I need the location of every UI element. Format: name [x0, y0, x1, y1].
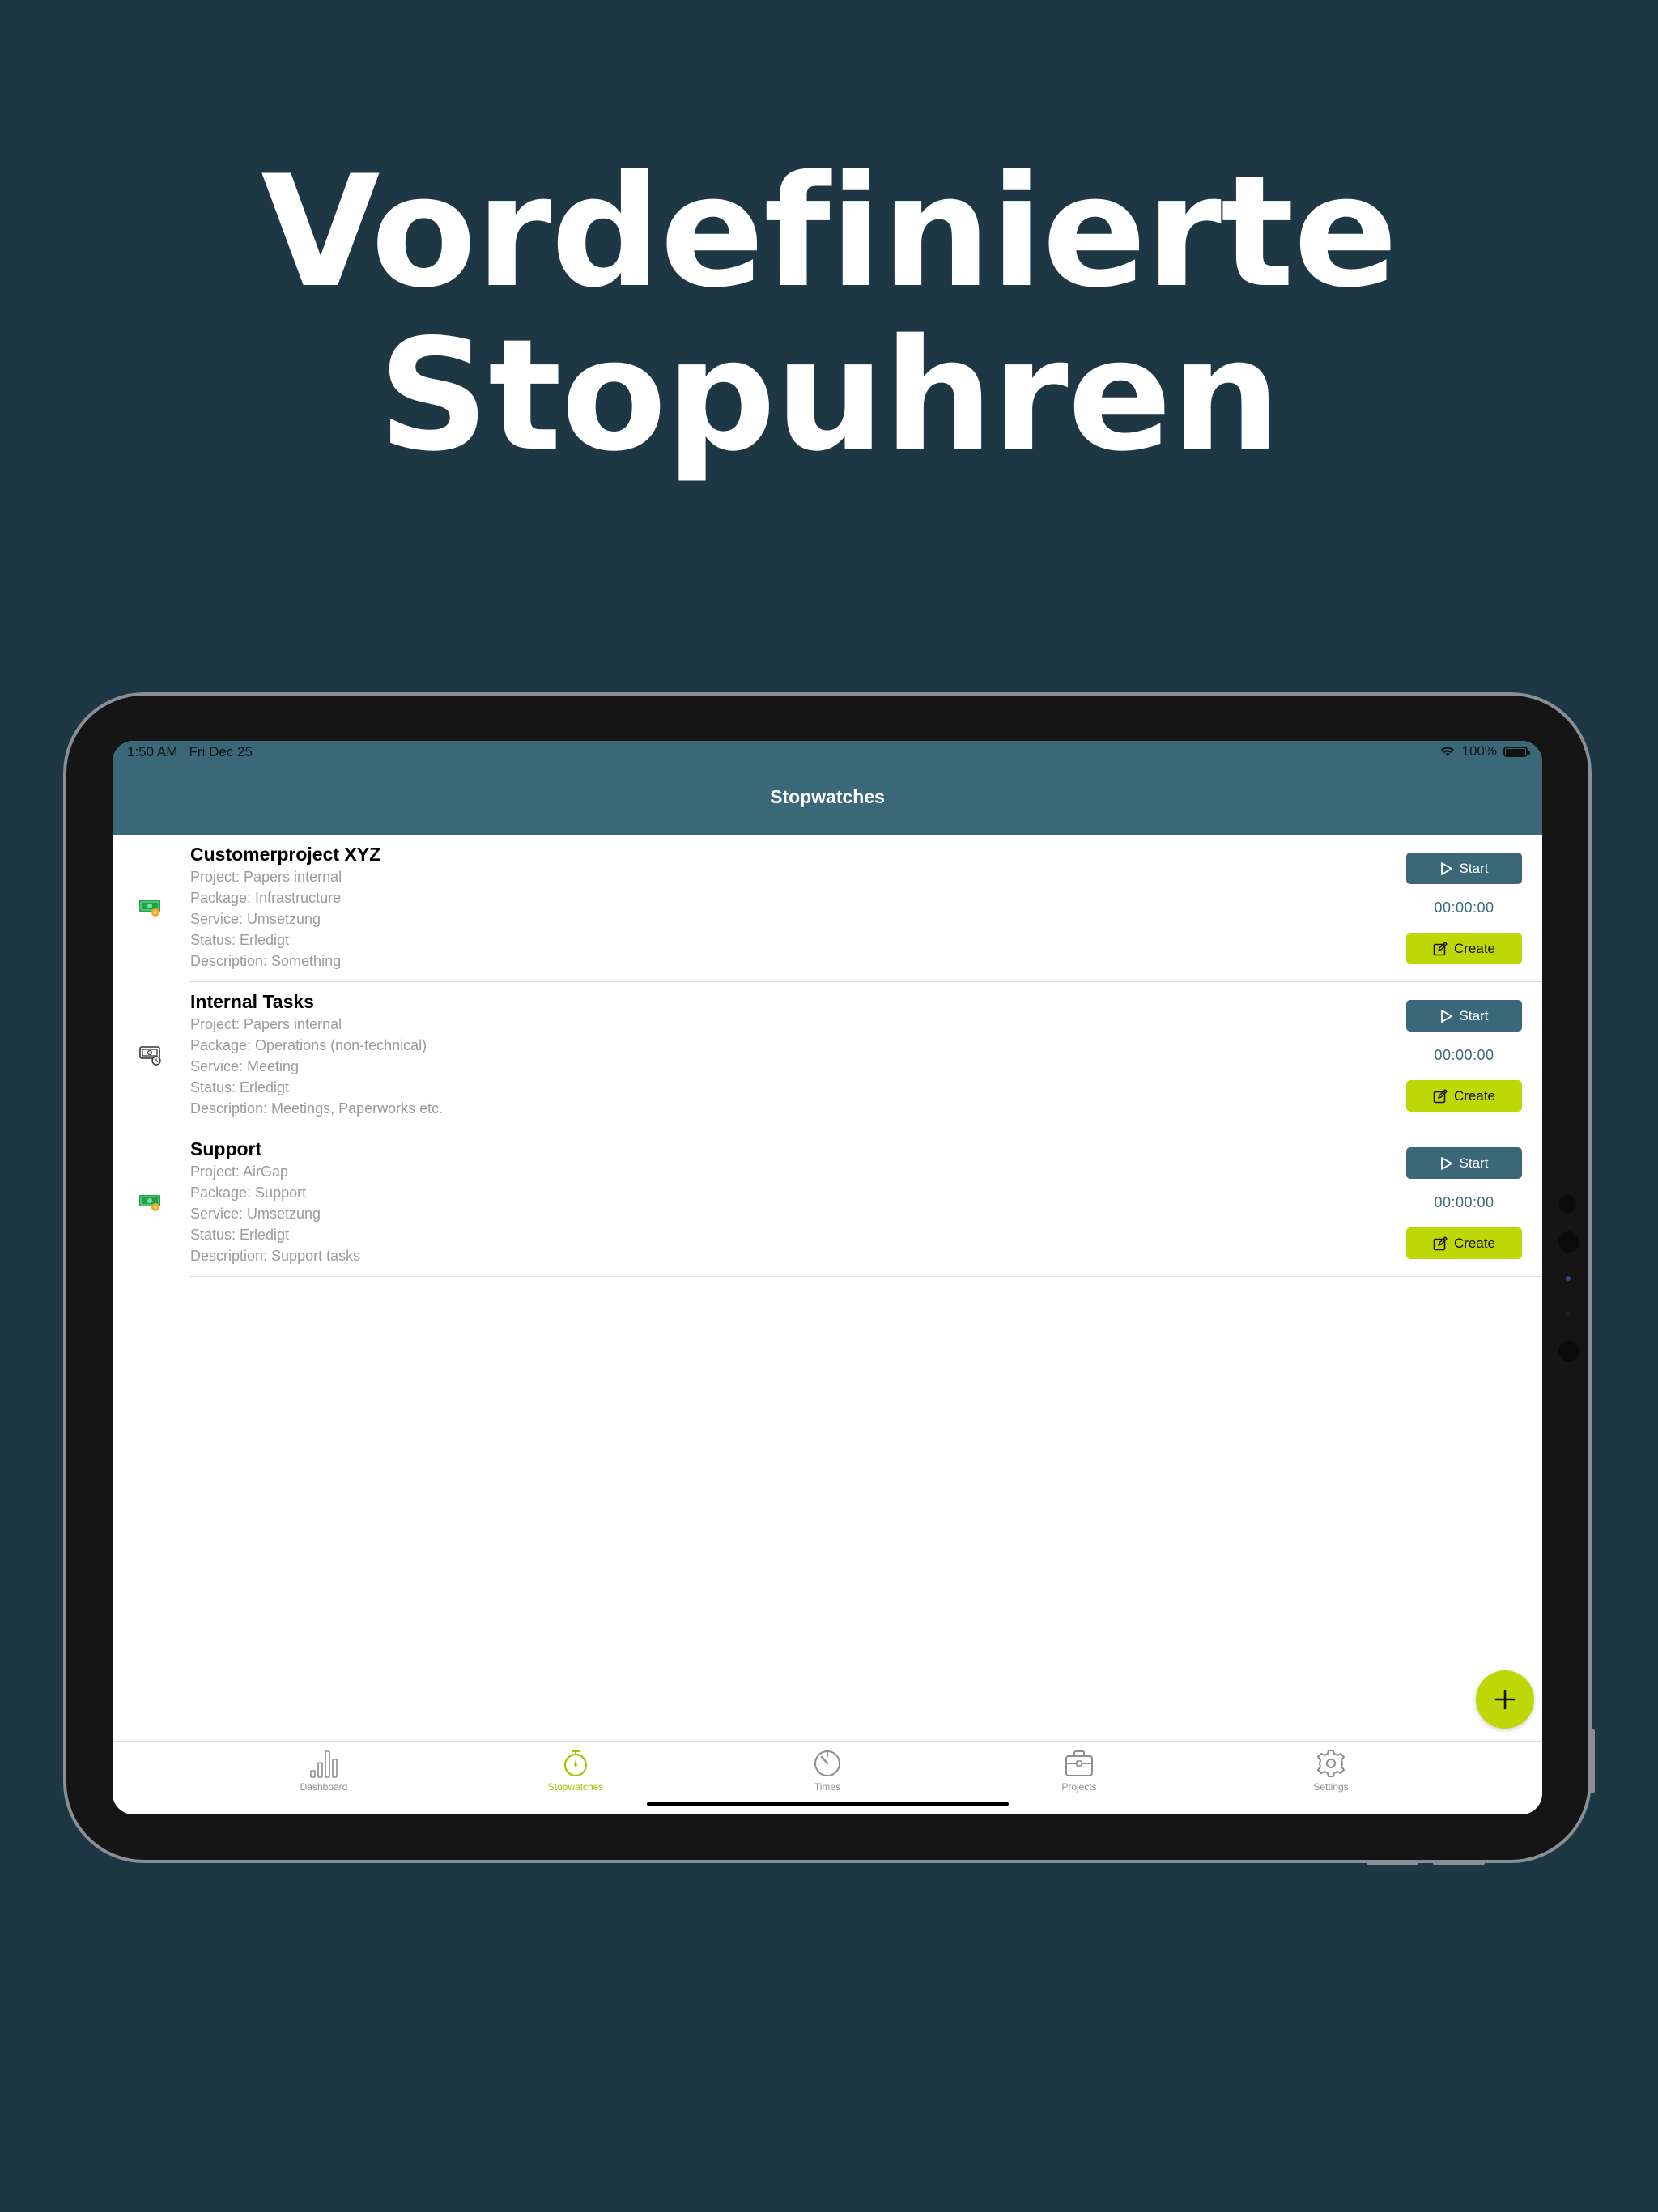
timer-display: 00:00:00 [1434, 1047, 1494, 1063]
start-button[interactable]: Start [1406, 1000, 1522, 1032]
play-icon [1440, 1009, 1452, 1023]
status-date: Fri Dec 25 [189, 744, 253, 759]
add-stopwatch-button[interactable] [1476, 1670, 1534, 1729]
timer-display: 00:00:00 [1434, 900, 1494, 916]
page-title: Stopwatches [770, 786, 885, 807]
edit-icon [1433, 941, 1448, 955]
play-icon [1440, 861, 1452, 875]
status-indicators: 100% [1439, 743, 1530, 759]
row-divider [190, 1276, 1542, 1277]
battery-icon [1503, 746, 1530, 757]
tab-projects[interactable]: Projects [1022, 1748, 1136, 1793]
tab-projects-label: Projects [1061, 1781, 1097, 1793]
create-button-label: Create [1453, 1235, 1496, 1251]
create-button[interactable]: Create [1406, 1227, 1522, 1259]
timer-icon [814, 1750, 840, 1776]
play-icon [1440, 1156, 1452, 1170]
bar-chart-icon [310, 1750, 338, 1778]
tab-times[interactable]: Times [771, 1748, 884, 1793]
stopwatch-project: Project: Papers internal [190, 869, 342, 885]
stopwatch-service: Service: Umsetzung [190, 911, 321, 927]
create-button-label: Create [1453, 940, 1496, 956]
edit-icon [1433, 1088, 1448, 1103]
navigation-bar: Stopwatches [113, 765, 1542, 835]
gear-icon [1317, 1750, 1345, 1777]
timer-display: 00:00:00 [1434, 1194, 1494, 1210]
stopwatch-status: Status: Erledigt [190, 932, 290, 948]
status-time-text: 1:50 AM [127, 744, 178, 759]
stopwatch-project: Project: AirGap [190, 1163, 289, 1180]
stopwatch-service: Service: Umsetzung [190, 1206, 321, 1222]
wifi-icon [1440, 747, 1454, 756]
camera-dot [1558, 1195, 1576, 1213]
stopwatch-title: Internal Tasks [190, 991, 314, 1012]
list-item[interactable]: Support Project: AirGap Package: Support… [113, 1129, 1542, 1277]
stopwatch-details: Support Project: AirGap Package: Support… [190, 1138, 360, 1266]
headline-line-1: Vordefinierte [261, 143, 1397, 321]
create-button[interactable]: Create [1406, 1080, 1522, 1112]
headline-line-2: Stopuhren [378, 306, 1281, 485]
tab-stopwatches-label: Stopwatches [547, 1781, 604, 1793]
tab-settings[interactable]: Settings [1274, 1748, 1388, 1793]
battery-percent: 100% [1461, 743, 1497, 759]
camera-dot [1558, 1341, 1579, 1362]
stopwatch-details: Customerproject XYZ Project: Papers inte… [190, 843, 380, 972]
create-button[interactable]: Create [1406, 933, 1522, 964]
camera-dot [1566, 1312, 1570, 1316]
tab-dashboard-label: Dashboard [300, 1781, 348, 1793]
top-button [1367, 1861, 1418, 1865]
stopwatch-service: Service: Meeting [190, 1058, 300, 1074]
stopwatch-status: Status: Erledigt [190, 1079, 290, 1095]
stopwatch-icon [563, 1750, 588, 1777]
stopwatch-description: Description: Meetings, Paperworks etc. [190, 1100, 444, 1117]
edit-icon [1433, 1236, 1448, 1250]
stopwatch-description: Description: Something [190, 953, 342, 969]
tab-stopwatches[interactable]: Stopwatches [519, 1748, 632, 1793]
briefcase-icon [1065, 1750, 1093, 1776]
tab-settings-label: Settings [1313, 1781, 1349, 1793]
money-icon [139, 1195, 160, 1211]
start-button-label: Start [1459, 860, 1489, 876]
start-button-label: Start [1459, 1155, 1489, 1171]
start-button[interactable]: Start [1406, 853, 1522, 884]
camera-dot [1558, 1231, 1579, 1253]
marketing-headline: Vordefinierte Stopuhren [0, 151, 1658, 478]
volume-button [1589, 1729, 1595, 1793]
stopwatch-title: Support [190, 1138, 262, 1159]
internal-tasks-icon [139, 1046, 161, 1066]
status-time: 1:50 AM Fri Dec 25 [127, 744, 253, 760]
list-item[interactable]: Customerproject XYZ Project: Papers inte… [113, 835, 1542, 982]
home-indicator [647, 1802, 1009, 1806]
stopwatch-package: Package: Support [190, 1185, 307, 1201]
stopwatch-list: Customerproject XYZ Project: Papers inte… [113, 835, 1542, 1277]
status-bar: 1:50 AM Fri Dec 25 100% [113, 741, 1542, 765]
list-item[interactable]: Internal Tasks Project: Papers internal … [113, 982, 1542, 1129]
app-screen: 1:50 AM Fri Dec 25 100% Stopwatches Cust… [113, 741, 1542, 1814]
stopwatch-package: Package: Infrastructure [190, 890, 342, 906]
top-button-2 [1433, 1861, 1485, 1865]
stopwatch-project: Project: Papers internal [190, 1016, 342, 1032]
plus-icon [1494, 1689, 1516, 1710]
stopwatch-title: Customerproject XYZ [190, 844, 381, 865]
tab-times-label: Times [814, 1781, 841, 1793]
create-button-label: Create [1453, 1087, 1496, 1104]
stopwatch-details: Internal Tasks Project: Papers internal … [190, 990, 443, 1119]
start-button[interactable]: Start [1406, 1147, 1522, 1179]
stopwatch-description: Description: Support tasks [190, 1248, 361, 1264]
start-button-label: Start [1459, 1007, 1489, 1023]
stopwatch-status: Status: Erledigt [190, 1227, 290, 1243]
camera-dot [1566, 1276, 1571, 1281]
tab-dashboard[interactable]: Dashboard [267, 1748, 380, 1793]
stopwatch-package: Package: Operations (non-technical) [190, 1037, 427, 1053]
money-icon [139, 900, 160, 917]
